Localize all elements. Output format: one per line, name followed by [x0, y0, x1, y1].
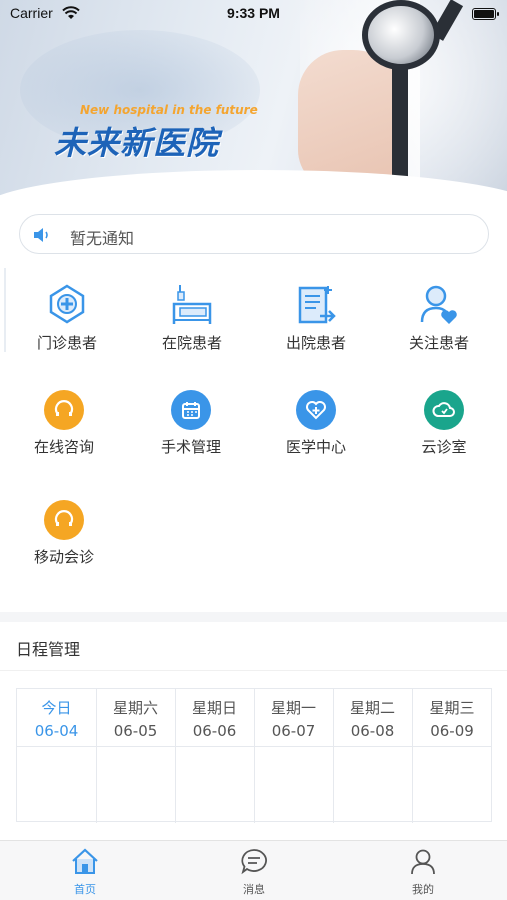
schedule-divider	[0, 670, 507, 671]
day-date: 06-07	[271, 722, 316, 740]
consult-icon	[44, 390, 84, 430]
battery-icon	[472, 8, 499, 20]
hero-title: 未来新医院	[54, 124, 220, 162]
tab-profile-label: 我的	[412, 883, 434, 896]
medical-center-button[interactable]: 医学中心	[254, 390, 378, 457]
hospital-bed-icon	[172, 285, 212, 324]
discharge-icon	[298, 286, 336, 324]
tab-messages[interactable]: 消息	[214, 847, 294, 897]
follow-patient-label: 关注患者	[408, 334, 469, 352]
cloud-clinic-label: 云诊室	[421, 438, 467, 456]
speaker-icon	[34, 228, 48, 242]
day-weekday: 星期一	[270, 699, 316, 717]
follow-patient-button[interactable]: 关注患者	[377, 282, 501, 353]
online-consult-button[interactable]: 在线咨询	[2, 390, 126, 457]
schedule-title: 日程管理	[16, 640, 81, 659]
message-icon	[241, 849, 267, 875]
notice-text: 暂无通知	[70, 229, 135, 248]
tab-messages-label: 消息	[243, 883, 265, 896]
day-date: 06-06	[192, 722, 237, 740]
schedule-day[interactable]: 星期日 06-06	[175, 689, 255, 823]
follow-patient-icon	[420, 285, 457, 324]
mobile-consult-icon	[44, 500, 84, 540]
discharged-button[interactable]: 出院患者	[254, 282, 378, 353]
stethoscope-tube-image	[392, 60, 408, 190]
cloud-clinic-button[interactable]: 云诊室	[382, 390, 506, 457]
tab-bar: 首页 消息 我的	[0, 840, 507, 900]
mobile-consult-label: 移动会诊	[33, 548, 94, 566]
profile-icon	[411, 849, 435, 875]
day-date: 06-09	[430, 722, 474, 740]
schedule-week: 今日 06-04 星期六 06-05 星期日 06-06 星期一 06-07 星期二 06…	[16, 688, 492, 823]
day-date: 06-04	[34, 722, 79, 740]
day-weekday: 星期日	[191, 699, 237, 717]
schedule-day[interactable]: 星期六 06-05	[96, 689, 176, 823]
tab-home[interactable]: 首页	[45, 847, 125, 897]
calendar-icon	[171, 390, 211, 430]
day-weekday: 星期二	[349, 699, 395, 717]
schedule-day[interactable]: 星期一 06-07	[254, 689, 334, 823]
day-date: 06-05	[113, 722, 158, 740]
day-weekday: 星期三	[429, 699, 475, 717]
section-divider	[0, 612, 507, 622]
inpatient-button[interactable]: 在院患者	[130, 282, 254, 353]
day-weekday: 星期六	[112, 699, 158, 717]
day-date: 06-08	[350, 722, 395, 740]
medical-center-icon	[296, 390, 336, 430]
outpatient-label: 门诊患者	[36, 334, 97, 352]
online-consult-label: 在线咨询	[33, 438, 94, 456]
clock: 9:33 PM	[227, 5, 280, 21]
status-bar: Carrier 9:33 PM	[0, 0, 507, 28]
medical-center-label: 医学中心	[285, 438, 346, 456]
inpatient-label: 在院患者	[161, 334, 222, 352]
tab-home-label: 首页	[74, 883, 96, 896]
discharged-label: 出院患者	[285, 334, 346, 352]
home-icon	[72, 848, 98, 874]
day-weekday: 今日	[41, 699, 72, 717]
schedule-day-today[interactable]: 今日 06-04	[17, 689, 97, 823]
tab-profile[interactable]: 我的	[383, 847, 463, 897]
outpatient-button[interactable]: 门诊患者	[5, 282, 129, 353]
schedule-day[interactable]: 星期二 06-08	[333, 689, 413, 823]
notice-bar[interactable]: 暂无通知	[19, 214, 489, 254]
hero-subtitle: New hospital in the future	[80, 103, 258, 117]
surgery-management-label: 手术管理	[160, 438, 221, 456]
outpatient-icon	[49, 284, 85, 324]
mobile-consult-button[interactable]: 移动会诊	[2, 500, 126, 567]
cloud-clinic-icon	[424, 390, 464, 430]
surgery-management-button[interactable]: 手术管理	[129, 390, 253, 457]
schedule-day[interactable]: 星期三 06-09	[412, 689, 492, 823]
